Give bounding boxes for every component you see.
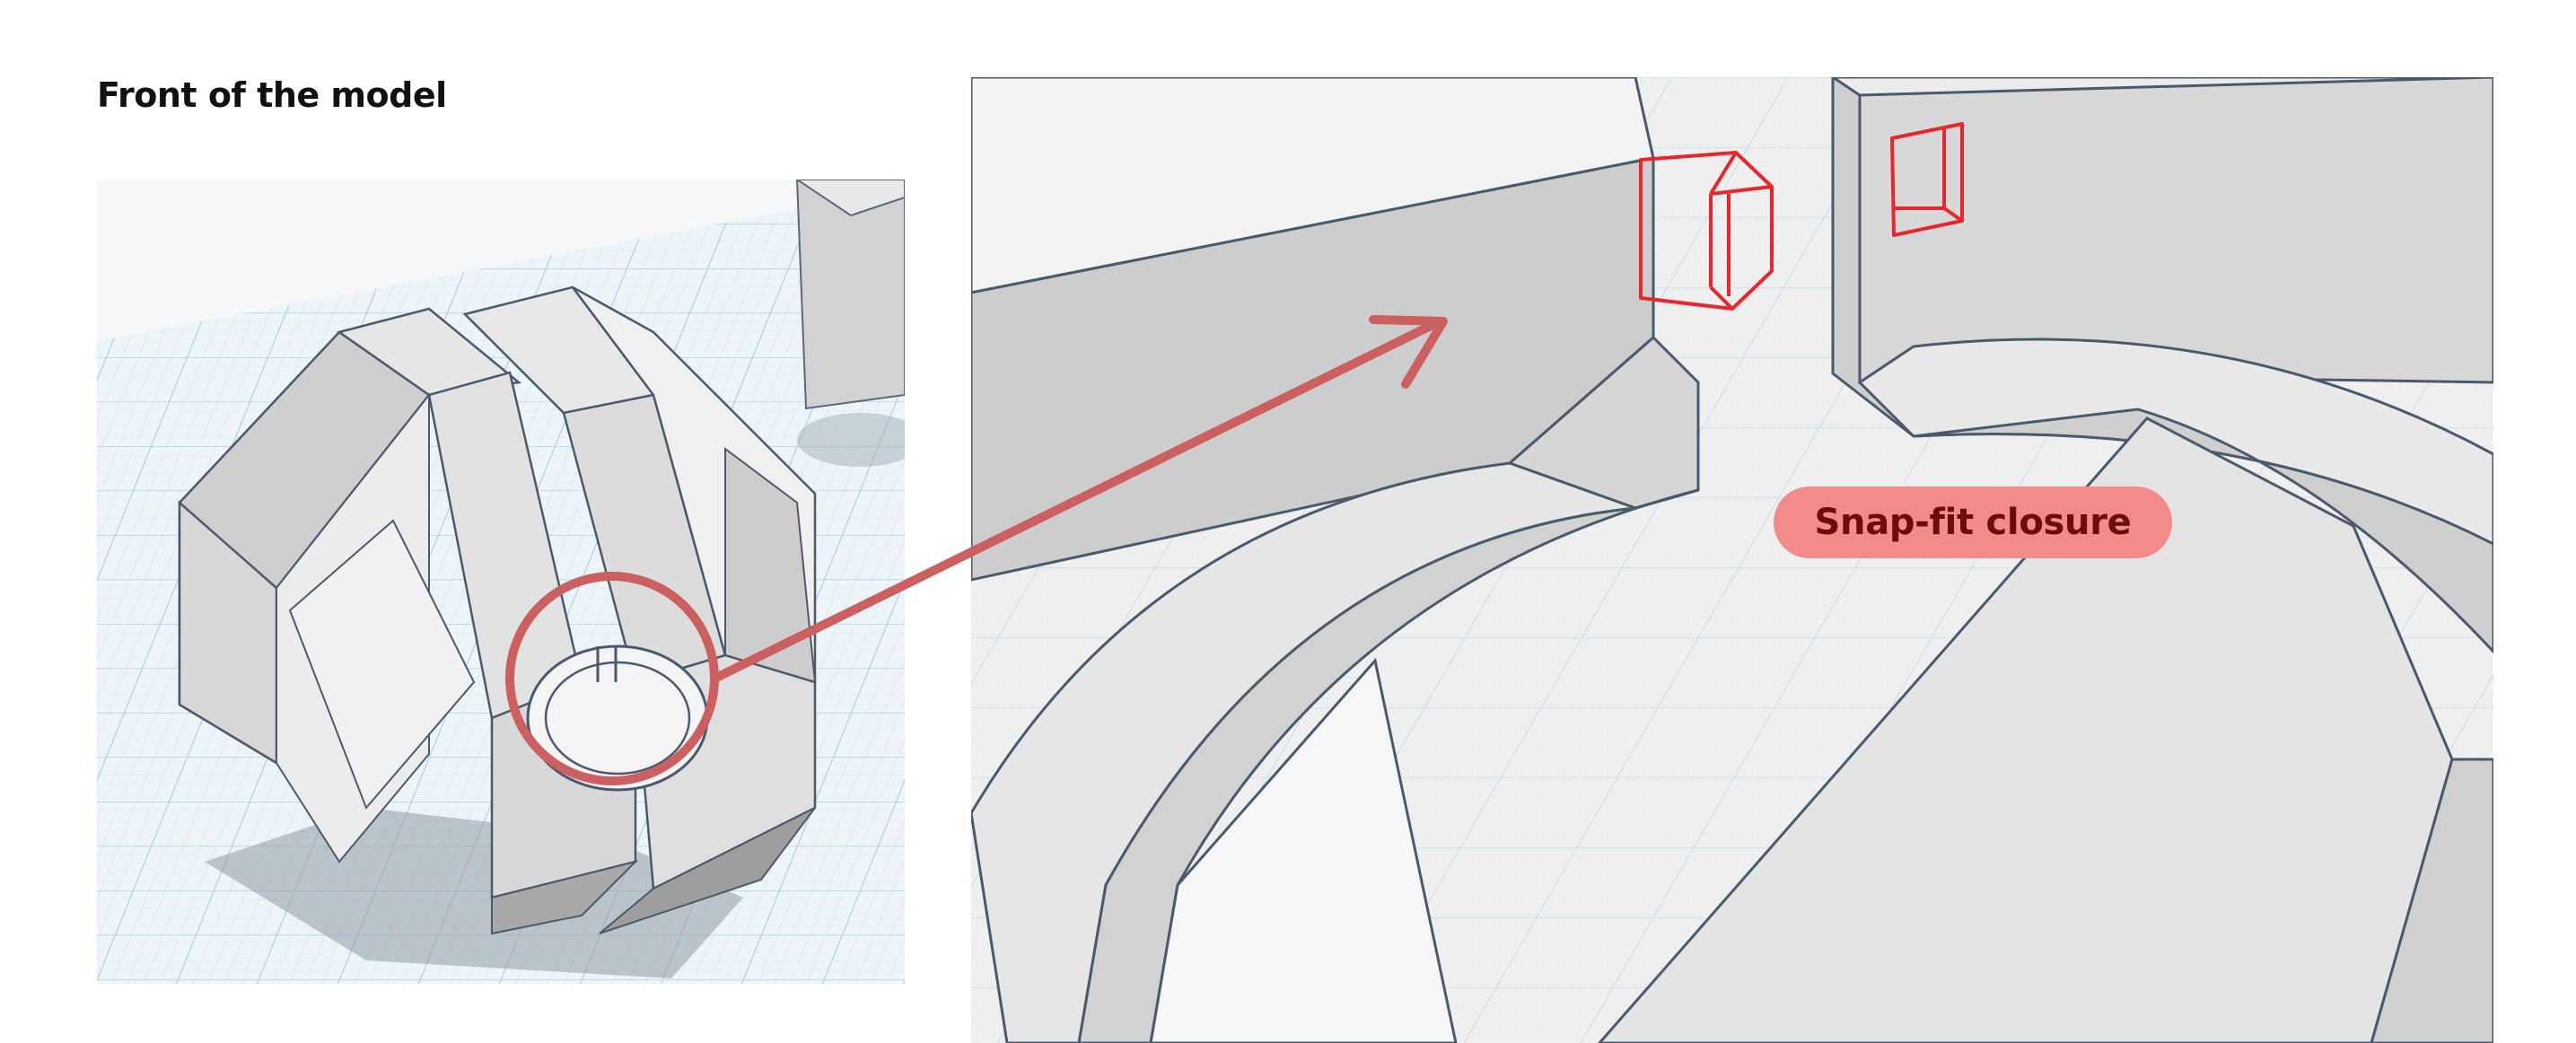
callout-label: Snap-fit closure (1814, 502, 2132, 543)
page-title: Front of the model (97, 75, 447, 115)
model-overview-render (97, 180, 905, 984)
callout-badge: Snap-fit closure (1774, 486, 2172, 558)
right-block-face (1858, 77, 2493, 384)
model-overview-image (97, 180, 905, 984)
snap-ring-opening (526, 644, 709, 792)
snap-fit-detail-image (971, 77, 2493, 1043)
snap-fit-detail-render (971, 77, 2493, 1043)
